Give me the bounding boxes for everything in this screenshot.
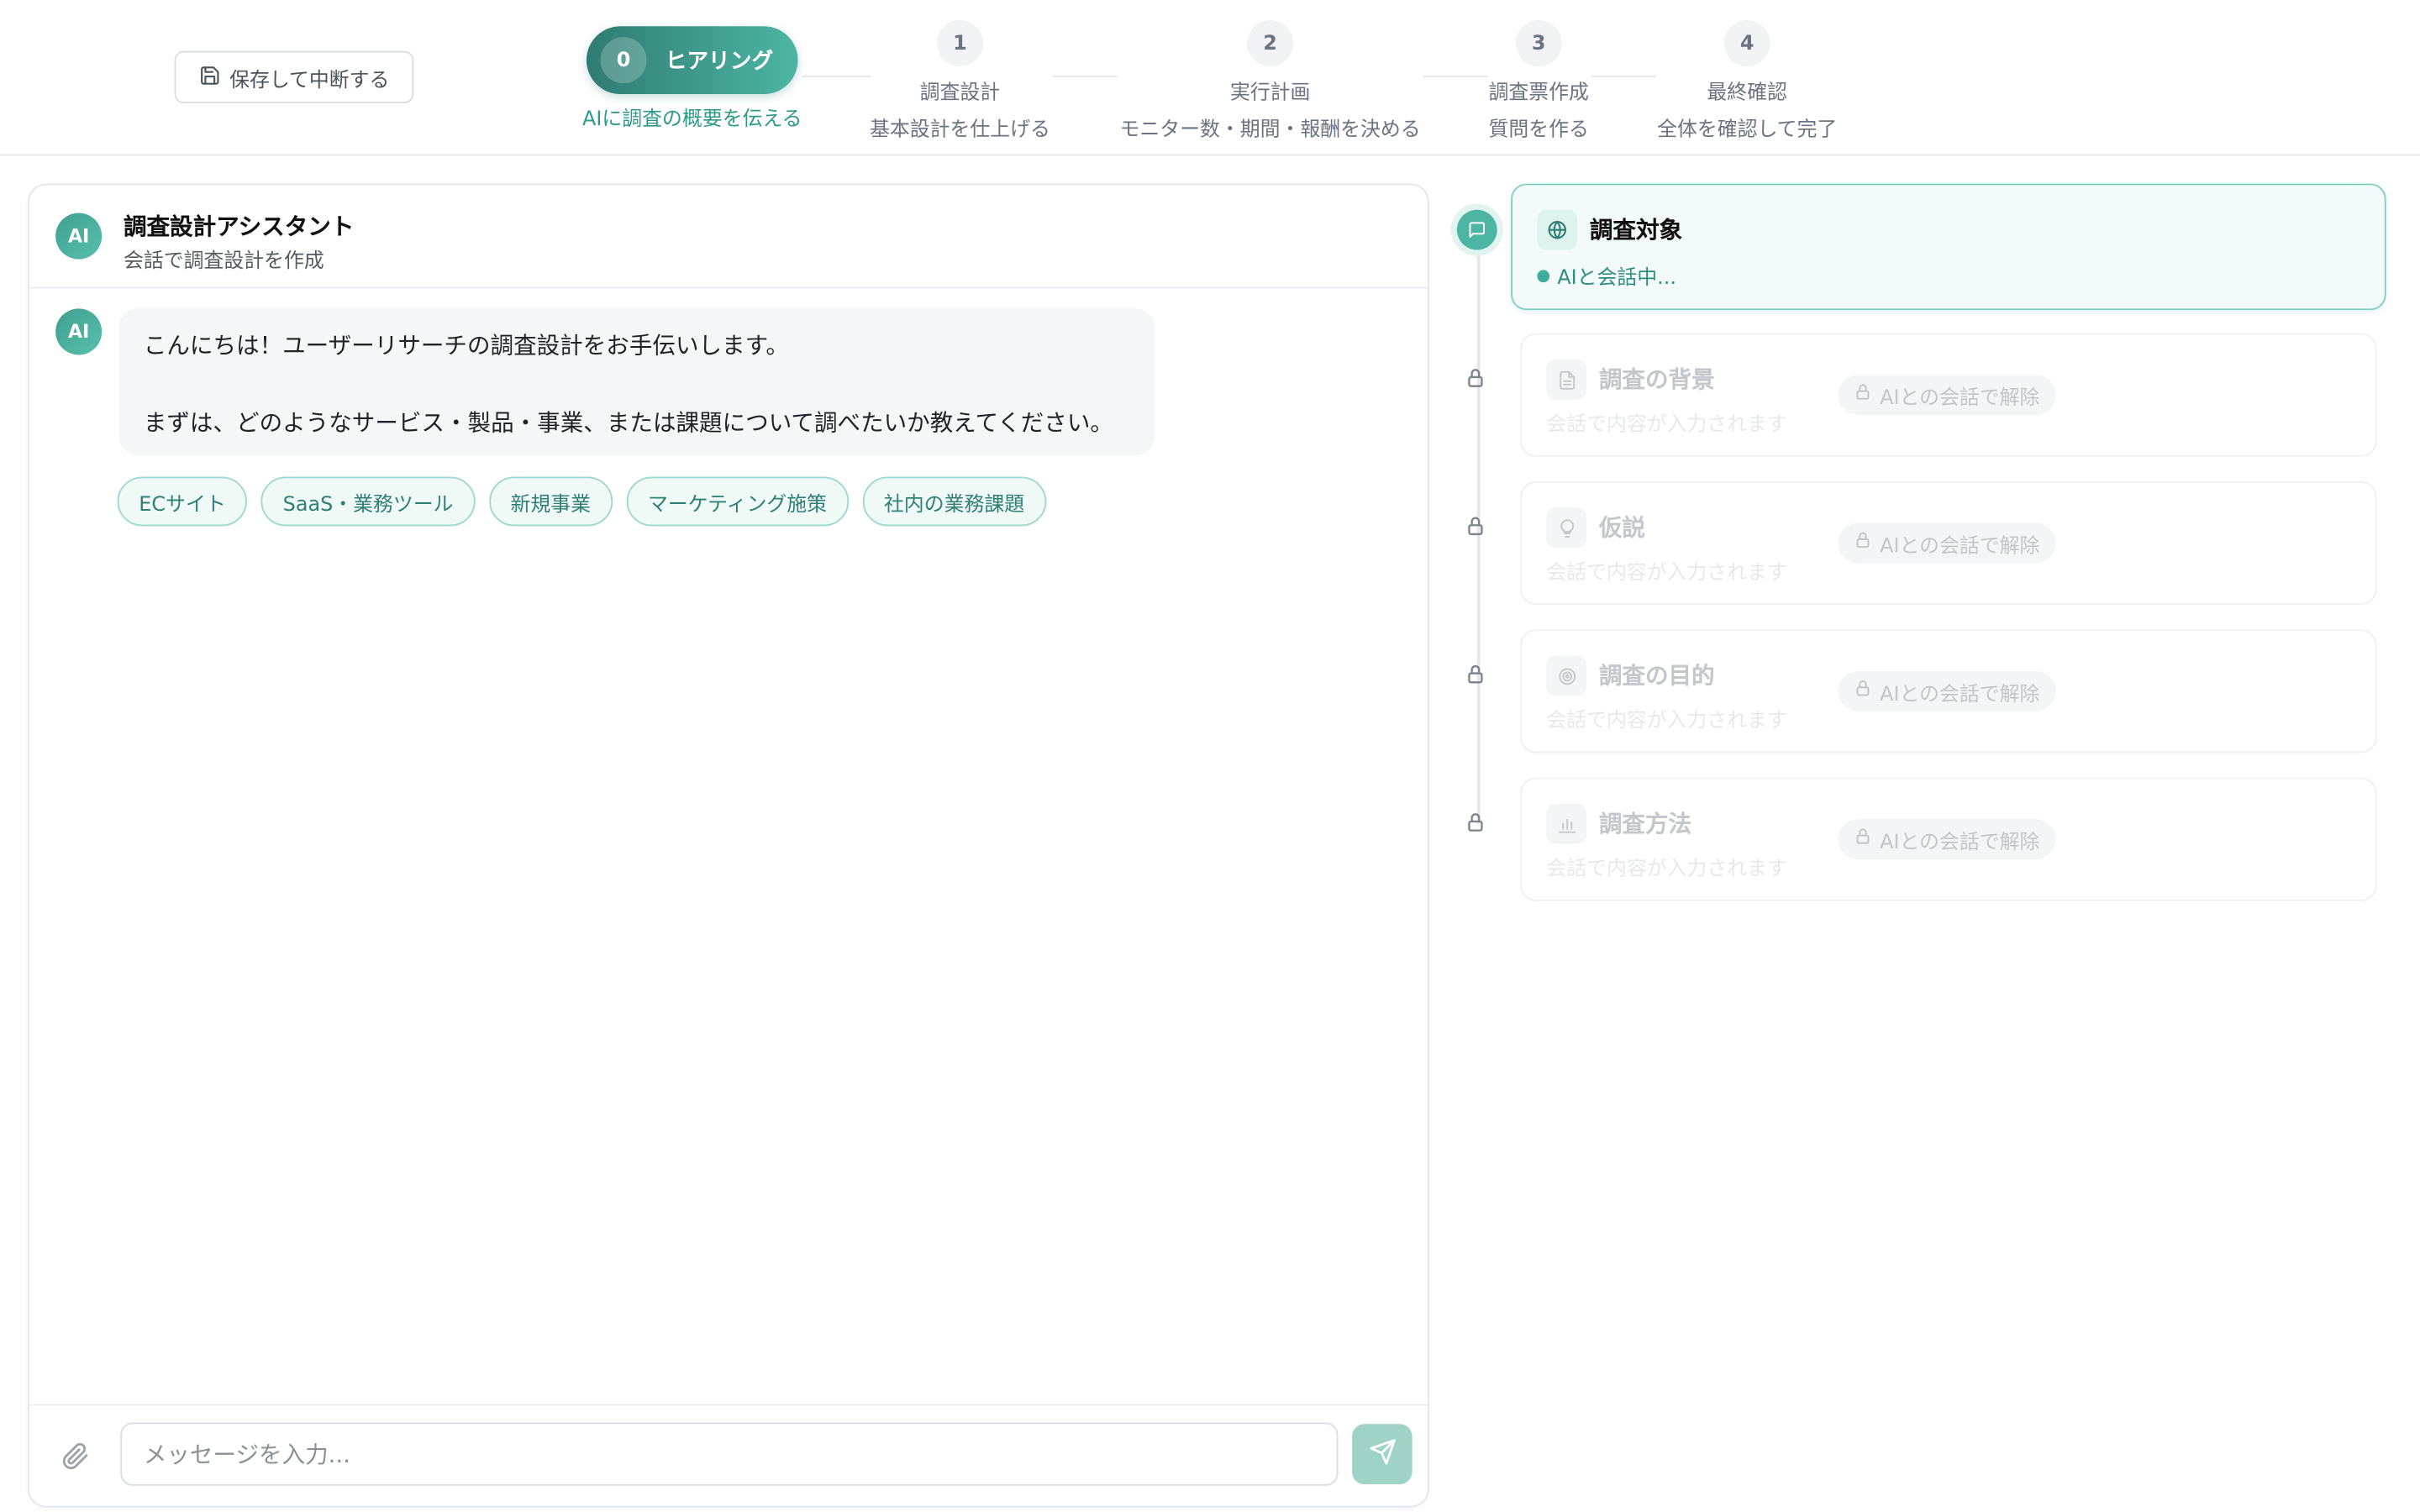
step-connector [802,76,871,77]
section-card-background: 調査の背景 会話で内容が入力されます AIとの会話で解除 [1520,333,2377,457]
message-composer [29,1404,1428,1506]
bar-chart-icon [1546,803,1587,844]
suggestion-chips: ECサイト SaaS・業務ツール 新規事業 マーケティング施策 社内の業務課題 [117,476,1046,527]
assistant-avatar: AI [55,213,103,260]
save-button-label: 保存して中断する [229,66,390,91]
step-number: 2 [1247,19,1294,66]
document-icon [1546,359,1587,400]
globe-icon [1537,209,1578,250]
step-number: 3 [1515,19,1562,66]
step-subtitle: 質問を作る [1488,118,1589,142]
lock-icon [1854,531,1872,555]
unlock-badge-label: AIとの会話で解除 [1880,386,2040,410]
save-icon [198,64,220,90]
paperclip-icon[interactable] [61,1442,89,1470]
lock-icon [1854,827,1872,851]
step-number: 4 [1723,19,1770,66]
step-title: 最終確認 [1707,81,1787,105]
lightbulb-icon [1546,507,1587,549]
message-line: まずは、どのようなサービス・製品・事業、または課題について調べたいか教えてくださ… [143,408,1113,437]
chat-panel: AI 調査設計アシスタント 会話で調査設計を作成 AI こんにちは！ユーザーリサ… [28,183,1429,1508]
step-1-survey-design[interactable]: 1 調査設計 基本設計を仕上げる [867,19,1052,142]
step-2-execution-plan[interactable]: 2 実行計画 モニター数・期間・報酬を決める [1116,19,1424,142]
step-4-final-check[interactable]: 4 最終確認 全体を確認して完了 [1655,19,1839,142]
save-and-pause-button[interactable]: 保存して中断する [174,50,414,104]
lock-icon [1854,679,1872,703]
chat-header: AI 調査設計アシスタント 会話で調査設計を作成 [29,185,1428,289]
unlock-badge: AIとの会話で解除 [1838,670,2055,711]
step-number: 1 [936,19,984,66]
unlock-badge-label: AIとの会話で解除 [1880,534,2040,558]
message-line: こんにちは！ユーザーリサーチの調査設計をお手伝いします。 [143,331,789,360]
step-subtitle: 基本設計を仕上げる [869,118,1050,142]
suggestion-chip-internal[interactable]: 社内の業務課題 [862,476,1046,527]
step-title: ヒアリング [665,49,774,75]
section-title: 調査の目的 [1598,661,1715,690]
section-card-target[interactable]: 調査対象 AIと会話中... [1511,183,2386,311]
section-description: 会話で内容が入力されます [1546,413,1787,437]
unlock-badge-label: AIとの会話で解除 [1880,831,2040,854]
message-avatar: AI [55,308,103,355]
section-card-purpose: 調査の目的 会話で内容が入力されます AIとの会話で解除 [1520,629,2377,753]
lock-icon [1854,383,1872,407]
lock-icon [1465,810,1489,834]
step-connector [1591,76,1656,77]
status-dot-icon [1537,269,1550,282]
lock-icon [1465,662,1489,686]
step-title: 調査票作成 [1488,81,1589,105]
unlock-badge: AIとの会話で解除 [1838,522,2055,564]
step-3-questionnaire[interactable]: 3 調査票作成 質問を作る [1477,19,1601,142]
section-title: 調査の背景 [1598,365,1715,394]
suggestion-chip-ec[interactable]: ECサイト [117,476,248,527]
unlock-badge: AIとの会話で解除 [1838,819,2055,860]
section-status: AIと会話中... [1537,260,1676,290]
send-icon [1368,1438,1396,1471]
chat-title: 調査設計アシスタント [123,213,355,241]
lock-icon [1465,514,1489,538]
step-connector [1052,76,1118,77]
assistant-message: こんにちは！ユーザーリサーチの調査設計をお手伝いします。 まずは、どのようなサー… [118,308,1155,455]
top-header: 保存して中断する 0 ヒアリング AIに調査の概要を伝える 1 調査設計 基本設… [0,0,2420,156]
section-description: 会話で内容が入力されます [1546,858,1787,881]
message-input[interactable] [120,1422,1339,1486]
step-0-hearing[interactable]: 0 ヒアリング [586,26,798,95]
unlock-badge-label: AIとの会話で解除 [1880,682,2040,706]
step-subtitle: モニター数・期間・報酬を決める [1119,118,1421,142]
step-subtitle: 全体を確認して完了 [1657,118,1838,142]
section-description: 会話で内容が入力されます [1546,561,1787,585]
section-title: 仮説 [1598,513,1645,542]
suggestion-chip-marketing[interactable]: マーケティング施策 [626,476,849,527]
step-subtitle: AIに調査の概要を伝える [582,108,802,132]
section-title: 調査対象 [1589,216,1683,244]
step-number: 0 [600,37,647,84]
section-title: 調査方法 [1598,810,1692,838]
section-card-hypothesis: 仮説 会話で内容が入力されます AIとの会話で解除 [1520,481,2377,606]
unlock-badge: AIとの会話で解除 [1838,375,2055,416]
chat-bubble-icon [1468,215,1486,244]
send-button[interactable] [1351,1424,1413,1484]
section-card-method: 調査方法 会話で内容が入力されます AIとの会話で解除 [1520,777,2377,901]
section-description: 会話で内容が入力されます [1546,709,1787,733]
suggestion-chip-new-business[interactable]: 新規事業 [488,476,613,527]
step-title: 調査設計 [919,81,1001,105]
lock-icon [1465,365,1489,390]
app-window: 保存して中断する 0 ヒアリング AIに調査の概要を伝える 1 調査設計 基本設… [0,0,2420,1512]
status-text: AIと会話中... [1557,266,1676,291]
suggestion-chip-saas[interactable]: SaaS・業務ツール [260,476,476,527]
target-icon [1546,655,1587,696]
step-title: 実行計画 [1229,81,1311,105]
chat-subtitle: 会話で調査設計を作成 [123,249,324,274]
timeline-active-dot [1456,209,1497,250]
